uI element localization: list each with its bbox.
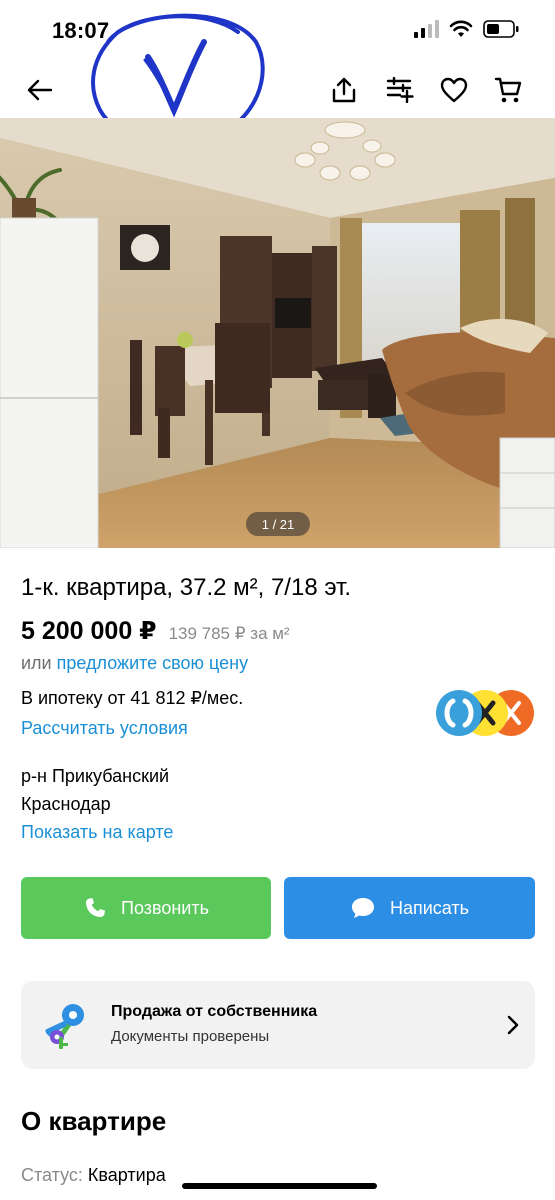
offer-row: или предложите свою цену <box>21 653 248 674</box>
arrow-left-icon <box>27 79 53 101</box>
status-icons <box>413 20 519 38</box>
about-heading: О квартире <box>21 1106 167 1136</box>
status-line: Статус: Квартира <box>21 1165 166 1186</box>
city: Краснодар <box>21 794 111 814</box>
home-indicator[interactable] <box>182 1183 377 1189</box>
price-row: 5 200 000 ₽ 139 785 ₽ за м² <box>21 616 290 646</box>
chat-bubble-icon <box>351 898 374 918</box>
share-button[interactable] <box>324 70 364 110</box>
keys-icon <box>45 1004 84 1049</box>
signal-icon <box>414 20 439 38</box>
favorite-button[interactable] <box>434 70 474 110</box>
write-button-label: Написать <box>389 897 470 918</box>
phone-icon <box>86 898 105 917</box>
district: р-н Прикубанский <box>21 766 170 786</box>
compare-button[interactable] <box>380 70 420 110</box>
status-value: Квартира <box>87 1165 166 1185</box>
price-per-m2: 139 785 ₽ за м² <box>168 624 290 643</box>
cart-icon <box>494 77 522 103</box>
photo-gallery[interactable]: 1 / 21 <box>0 118 555 548</box>
owner-card-title: Продажа от собственника <box>111 1003 318 1020</box>
offer-price-link[interactable]: предложите свою цену <box>57 653 248 673</box>
compare-add-icon <box>386 77 414 103</box>
status-bar: 18:07 <box>0 0 555 62</box>
top-nav <box>0 62 555 118</box>
heart-icon <box>440 77 468 103</box>
show-on-map-link[interactable]: Показать на карте <box>21 822 173 843</box>
owner-sale-card[interactable]: Продажа от собственника Документы провер… <box>21 981 535 1069</box>
chevron-right-icon <box>507 1015 519 1035</box>
share-icon <box>332 77 356 103</box>
offer-prefix: или <box>21 653 52 673</box>
bank-logos-icon[interactable] <box>433 687 537 739</box>
status-key: Статус: <box>21 1165 83 1185</box>
cart-button[interactable] <box>488 70 528 110</box>
mortgage-text: В ипотеку от 41 812 ₽/мес. <box>21 688 244 708</box>
calculate-terms-link[interactable]: Рассчитать условия <box>21 718 188 739</box>
write-button[interactable]: Написать <box>284 877 535 939</box>
wifi-icon <box>449 20 473 37</box>
battery-icon <box>483 20 519 38</box>
back-button[interactable] <box>20 70 60 110</box>
apartment-photo <box>0 118 555 548</box>
call-button[interactable]: Позвонить <box>21 877 271 939</box>
owner-card-subtitle: Документы проверены <box>111 1028 270 1045</box>
price: 5 200 000 ₽ <box>21 617 157 645</box>
listing-title: 1-к. квартира, 37.2 м², 7/18 эт. <box>21 574 352 601</box>
photo-counter: 1 / 21 <box>246 512 310 536</box>
call-button-label: Позвонить <box>121 897 209 918</box>
